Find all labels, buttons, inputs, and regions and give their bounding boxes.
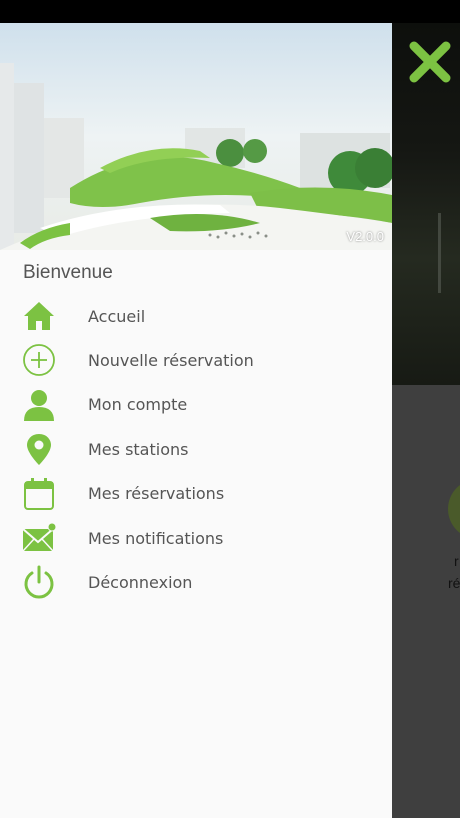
close-button[interactable]: [404, 36, 456, 88]
menu-list: Accueil Nouvelle réservation Mon compte: [0, 294, 392, 605]
menu-item-mes-notifications[interactable]: Mes notifications: [0, 516, 392, 560]
menu-label: Nouvelle réservation: [88, 351, 254, 371]
status-bar: [0, 0, 460, 23]
menu-item-mon-compte[interactable]: Mon compte: [0, 383, 392, 427]
version-label: V2.0.0: [346, 229, 384, 244]
menu-item-mes-stations[interactable]: Mes stations: [0, 427, 392, 471]
green-roof-architecture-photo: [0, 23, 392, 250]
welcome-heading: Bienvenue: [23, 262, 113, 283]
menu-label: Accueil: [88, 306, 146, 326]
close-icon: [409, 41, 451, 83]
menu-label: Mes notifications: [88, 528, 224, 548]
envelope-icon: [22, 521, 56, 555]
menu-item-mes-reservations[interactable]: Mes réservations: [0, 472, 392, 516]
background-text-2: ré: [448, 575, 460, 591]
user-icon: [22, 388, 56, 422]
navigation-drawer: V2.0.0 Bienvenue Accueil Nouvelle réserv…: [0, 23, 392, 818]
background-app: r ré: [392, 23, 460, 818]
plus-circle-icon: [22, 343, 56, 377]
menu-label: Mes réservations: [88, 484, 225, 504]
menu-item-accueil[interactable]: Accueil: [0, 294, 392, 338]
map-pin-icon: [22, 432, 56, 466]
power-icon: [22, 565, 56, 599]
home-icon: [22, 299, 56, 333]
menu-label: Mon compte: [88, 395, 188, 415]
menu-item-deconnexion[interactable]: Déconnexion: [0, 560, 392, 604]
menu-label: Déconnexion: [88, 573, 193, 593]
background-panel: [392, 385, 460, 818]
calendar-icon: [22, 477, 56, 511]
background-text-1: r: [454, 553, 459, 569]
header-image: V2.0.0: [0, 23, 392, 250]
menu-item-nouvelle-reservation[interactable]: Nouvelle réservation: [0, 338, 392, 382]
menu-label: Mes stations: [88, 439, 189, 459]
